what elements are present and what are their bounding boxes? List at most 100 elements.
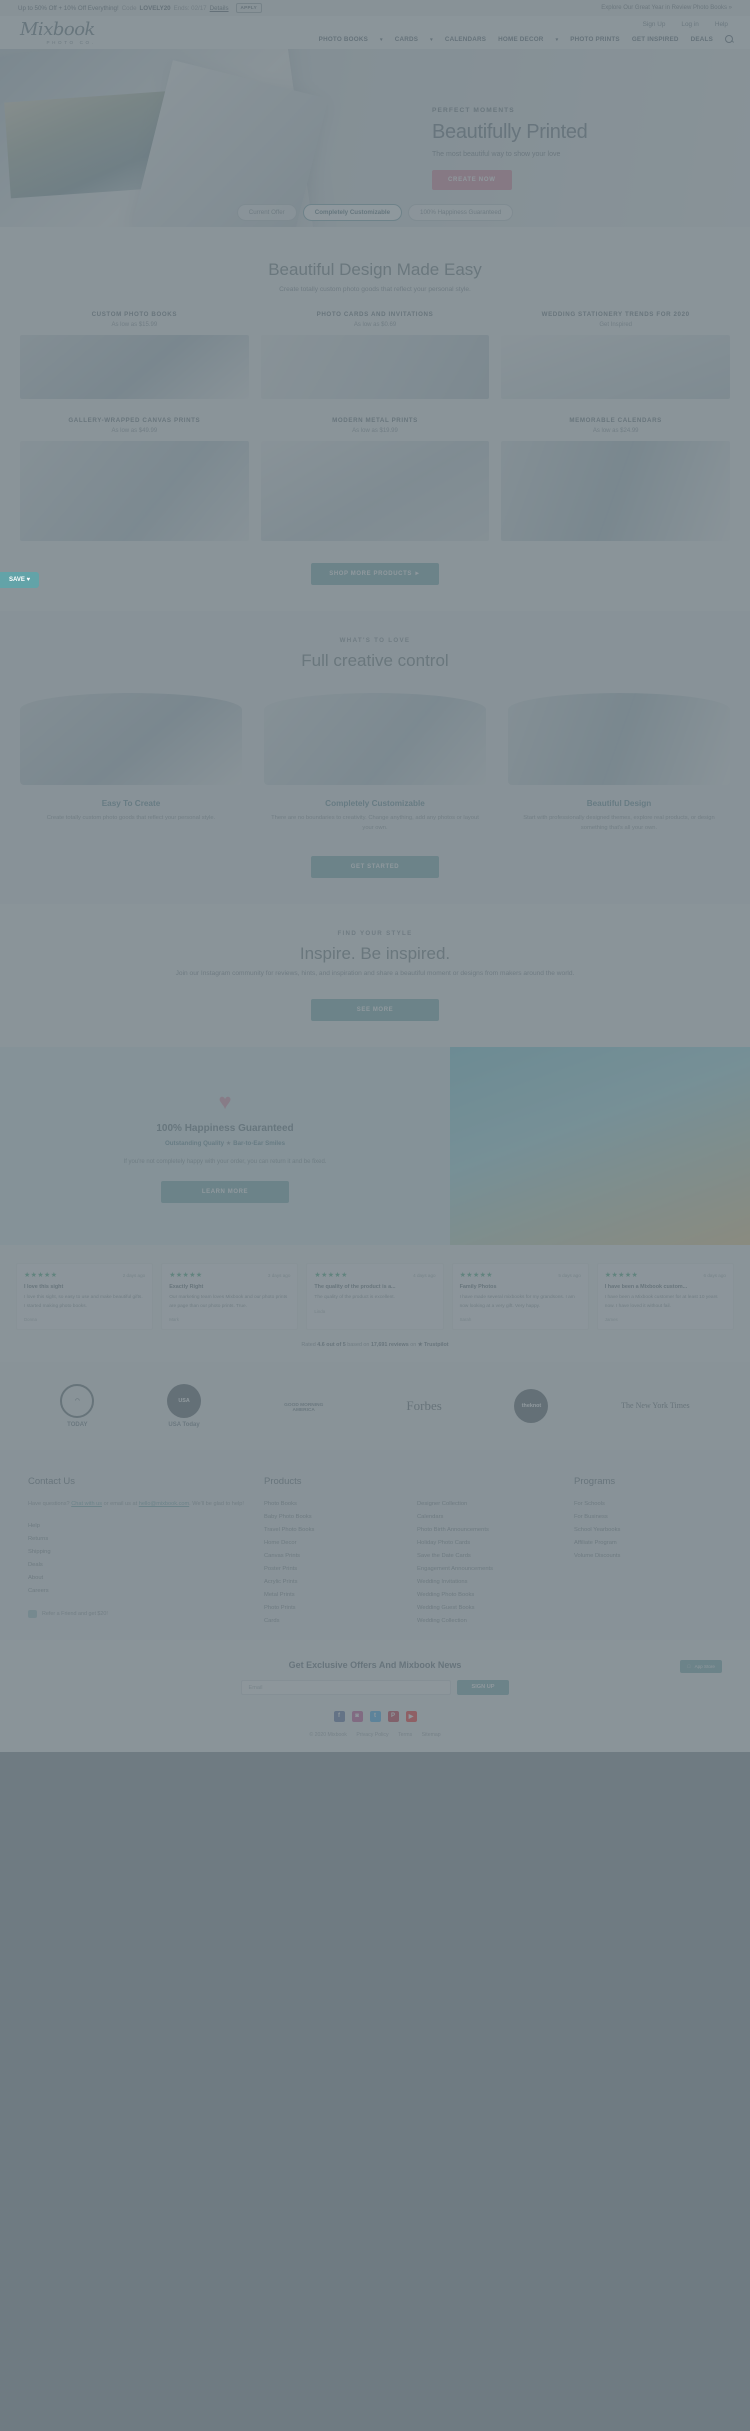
promo-details-link[interactable]: Details xyxy=(210,5,229,12)
product-card[interactable]: WEDDING STATIONERY TRENDS FOR 2020 Get I… xyxy=(501,311,730,399)
search-icon[interactable] xyxy=(725,35,734,44)
footer-contact-note: Have questions? Chat with us or email us… xyxy=(28,1499,250,1510)
nav-photo-prints[interactable]: PHOTO PRINTS xyxy=(570,36,620,43)
product-card[interactable]: MEMORABLE CALENDARS As low as $24.99 xyxy=(501,417,730,541)
app-store-badge[interactable]:  App Store xyxy=(680,1659,722,1673)
today-icon: ◠ xyxy=(60,1383,95,1418)
facebook-icon[interactable]: f xyxy=(333,1710,345,1722)
support-email-link[interactable]: hello@mixbook.com xyxy=(139,1501,189,1507)
save-sticky-tab[interactable]: SAVE ♥ xyxy=(0,572,40,588)
promo-apply-button[interactable]: APPLY xyxy=(235,3,262,13)
guarantee-quality: Outstanding Quality xyxy=(164,1139,225,1147)
product-grid-row-2: GALLERY-WRAPPED CANVAS PRINTS As low as … xyxy=(20,417,730,541)
footer-link-volume-discounts[interactable]: Volume Discounts xyxy=(574,1553,722,1559)
inspire-eyebrow: FIND YOUR STYLE xyxy=(337,929,413,937)
pinterest-icon[interactable]: P xyxy=(387,1710,399,1722)
product-card-image xyxy=(260,441,490,541)
footer-link-for-business[interactable]: For Business xyxy=(574,1514,722,1520)
product-card[interactable]: MODERN METAL PRINTS As low as $19.99 xyxy=(260,417,490,541)
see-more-button[interactable]: SEE MORE xyxy=(311,998,439,1021)
footer-link-holiday-photo-cards[interactable]: Holiday Photo Cards xyxy=(417,1540,560,1546)
footer-link-photo-birth-announcements[interactable]: Photo Birth Announcements xyxy=(417,1527,560,1533)
footer-link-photo-books[interactable]: Photo Books xyxy=(264,1501,407,1507)
footer-link-shipping[interactable]: Shipping xyxy=(28,1549,250,1555)
terms-link[interactable]: Terms xyxy=(398,1732,412,1738)
footer-link-deals[interactable]: Deals xyxy=(28,1562,250,1568)
newsletter-section: Get Exclusive Offers And Mixbook News Em… xyxy=(0,1639,750,1752)
guarantee-service: Bar-to-Ear Smiles xyxy=(233,1139,286,1147)
footer-link-save-the-date-cards[interactable]: Save the Date Cards xyxy=(417,1553,560,1559)
footer-link-photo-prints[interactable]: Photo Prints xyxy=(264,1605,407,1611)
guarantee-cta-button[interactable]: LEARN MORE xyxy=(161,1181,289,1204)
nav-photo-books[interactable]: PHOTO BOOKS xyxy=(319,36,368,43)
help-link[interactable]: Help xyxy=(715,21,728,28)
newsletter-email-input[interactable]: Email xyxy=(241,1679,452,1695)
footer-link-for-schools[interactable]: For Schools xyxy=(574,1501,722,1507)
nav-cards[interactable]: CARDS xyxy=(395,36,418,43)
sitemap-link[interactable]: Sitemap xyxy=(422,1732,441,1738)
footer-link-home-decor[interactable]: Home Decor xyxy=(264,1540,407,1546)
press-label: GOOD MORNING AMERICA xyxy=(284,1402,324,1413)
review-card: ★★★★★ 6 days ago I have been a Mixbook c… xyxy=(596,1263,734,1330)
footer-link-about[interactable]: About xyxy=(28,1575,250,1581)
twitter-icon[interactable]: t xyxy=(369,1710,381,1722)
footer-link-returns[interactable]: Returns xyxy=(28,1536,250,1542)
review-author: Sarah xyxy=(459,1316,472,1322)
promo-left: Up to 50% Off + 10% Off Everything! Code… xyxy=(18,3,262,13)
nav-home-decor[interactable]: HOME DECOR xyxy=(498,36,543,43)
footer-link-wedding-invitations[interactable]: Wedding Invitations xyxy=(417,1579,560,1585)
apple-icon:  xyxy=(687,1664,690,1669)
footer-link-baby-photo-books[interactable]: Baby Photo Books xyxy=(264,1514,407,1520)
privacy-policy-link[interactable]: Privacy Policy xyxy=(356,1732,388,1738)
review-title: Family Photos xyxy=(459,1284,497,1291)
hero-tab-happiness-guaranteed[interactable]: 100% Happiness Guaranteed xyxy=(408,204,514,221)
trustpilot-logo[interactable]: ★ Trustpilot xyxy=(418,1342,449,1348)
hero-tab-completely-customizable[interactable]: Completely Customizable xyxy=(302,204,403,221)
product-card[interactable]: CUSTOM PHOTO BOOKS As low as $15.99 xyxy=(20,311,249,399)
press-logo-nyt: The New York Times xyxy=(621,1401,689,1410)
press-logo-knot: theknot xyxy=(514,1388,549,1423)
nav-get-inspired[interactable]: GET INSPIRED xyxy=(632,36,679,43)
chat-with-us-link[interactable]: Chat with us xyxy=(71,1501,102,1507)
login-link[interactable]: Log in xyxy=(681,21,698,28)
nav-deals[interactable]: DEALS xyxy=(691,36,713,43)
newsletter-signup-button[interactable]: SIGN UP xyxy=(457,1679,509,1695)
footer-link-engagement-announcements[interactable]: Engagement Announcements xyxy=(417,1566,560,1572)
footer-link-wedding-collection[interactable]: Wedding Collection xyxy=(417,1618,560,1624)
footer-link-cards[interactable]: Cards xyxy=(264,1618,407,1624)
footer-link-calendars[interactable]: Calendars xyxy=(417,1514,560,1520)
footer-link-wedding-guest-books[interactable]: Wedding Guest Books xyxy=(417,1605,560,1611)
shop-more-products-button[interactable]: SHOP MORE PRODUCTS ► xyxy=(311,563,439,585)
instagram-icon[interactable]: ◙ xyxy=(351,1710,363,1722)
footer-link-help[interactable]: Help xyxy=(28,1523,250,1529)
product-card[interactable]: GALLERY-WRAPPED CANVAS PRINTS As low as … xyxy=(20,417,249,541)
signup-link[interactable]: Sign Up xyxy=(643,21,666,28)
footer-link-school-yearbooks[interactable]: School Yearbooks xyxy=(574,1527,722,1533)
footer-link-affiliate-program[interactable]: Affiliate Program xyxy=(574,1540,722,1546)
creative-control-section: WHAT'S TO LOVE Full creative control Eas… xyxy=(0,611,750,904)
nav-calendars[interactable]: CALENDARS xyxy=(445,36,486,43)
hero-cta-button[interactable]: CREATE NOW xyxy=(432,170,512,190)
get-started-button[interactable]: GET STARTED xyxy=(311,855,439,878)
footer-link-poster-prints[interactable]: Poster Prints xyxy=(264,1566,407,1572)
product-card-image xyxy=(501,441,730,541)
star-rating-icon: ★★★★★ xyxy=(604,1272,639,1280)
refer-a-friend-banner[interactable]: Refer a Friend and get $20! xyxy=(28,1610,250,1619)
site-logo[interactable]: Mixbook PHOTO CO. xyxy=(20,21,106,46)
guarantee-copy: ♥ 100% Happiness Guaranteed Outstanding … xyxy=(0,1047,450,1246)
youtube-icon[interactable]: ▶ xyxy=(405,1710,417,1722)
product-card[interactable]: PHOTO CARDS AND INVITATIONS As low as $0… xyxy=(260,311,490,399)
hero-tab-current-offer[interactable]: Current Offer xyxy=(236,204,297,221)
guarantee-body: If you're not completely happy with your… xyxy=(123,1158,327,1165)
footer-link-designer-collection[interactable]: Designer Collection xyxy=(417,1501,560,1507)
footer-link-travel-photo-books[interactable]: Travel Photo Books xyxy=(264,1527,407,1533)
gift-icon xyxy=(28,1610,37,1619)
footer-link-canvas-prints[interactable]: Canvas Prints xyxy=(264,1553,407,1559)
footer-link-wedding-photo-books[interactable]: Wedding Photo Books xyxy=(417,1592,560,1598)
product-card-title: CUSTOM PHOTO BOOKS xyxy=(91,311,178,318)
footer-link-careers[interactable]: Careers xyxy=(28,1588,250,1594)
footer-link-metal-prints[interactable]: Metal Prints xyxy=(264,1592,407,1598)
review-author: Mark xyxy=(169,1316,179,1322)
promo-explore-link[interactable]: Explore Our Great Year in Review Photo B… xyxy=(601,5,732,11)
footer-link-acrylic-prints[interactable]: Acrylic Prints xyxy=(264,1579,407,1585)
